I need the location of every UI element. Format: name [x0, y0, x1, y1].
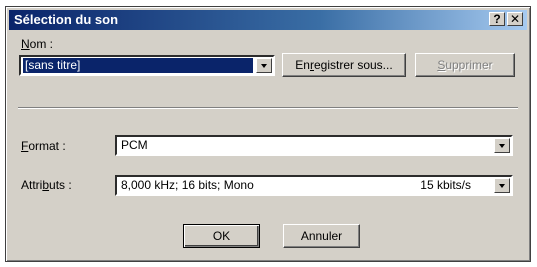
title-bar[interactable]: Sélection du son ? ✕ — [9, 10, 527, 30]
help-button[interactable]: ? — [489, 12, 505, 26]
dialog-title: Sélection du son — [14, 12, 119, 27]
attributes-label: Attributs : — [21, 178, 72, 192]
name-value: [sans titre] — [23, 58, 253, 73]
format-combobox[interactable]: PCM — [115, 135, 513, 156]
bitrate-value: 15 kbits/s — [420, 178, 471, 192]
attributes-combobox[interactable]: 8,000 kHz; 16 bits; Mono 15 kbits/s — [115, 175, 513, 196]
cancel-button[interactable]: Annuler — [283, 224, 360, 248]
attributes-dropdown-arrow-icon[interactable] — [494, 178, 510, 193]
format-dropdown-arrow-icon[interactable] — [494, 138, 510, 153]
separator — [18, 107, 518, 109]
name-combobox[interactable]: [sans titre] — [19, 55, 275, 76]
delete-button[interactable]: Supprimer — [415, 53, 515, 77]
save-as-button[interactable]: Enregistrer sous... — [282, 53, 406, 77]
name-label: Nom : — [21, 37, 54, 51]
close-button[interactable]: ✕ — [507, 12, 523, 26]
ok-button[interactable]: OK — [183, 224, 260, 248]
name-dropdown-arrow-icon[interactable] — [256, 58, 272, 73]
format-label: Format : — [21, 139, 66, 153]
format-value: PCM — [121, 138, 148, 152]
sound-selection-dialog: Sélection du son ? ✕ Nom : [sans titre] … — [5, 6, 531, 262]
